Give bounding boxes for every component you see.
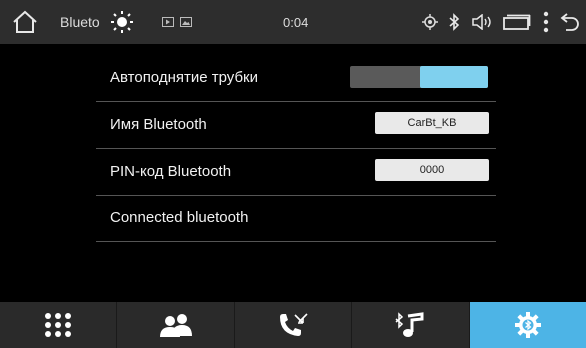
brightness-icon[interactable] [110,0,134,44]
status-title: Blueto [60,14,100,30]
auto-answer-toggle[interactable] [350,66,488,88]
connected-label: Connected bluetooth [110,208,249,226]
clock: 0:04 [283,14,309,30]
nav-bt-settings[interactable] [469,302,586,348]
bluetooth-music-icon [395,312,424,337]
volume-icon[interactable] [472,0,494,44]
bluetooth-settings-icon [514,312,541,338]
bluetooth-icon [448,0,462,44]
bt-name-row[interactable]: Имя Bluetooth CarBt_KB [0,101,586,149]
window-icon[interactable] [503,0,533,44]
bluetooth-settings-panel: Автоподнятие трубки Имя Bluetooth CarBt_… [0,44,586,302]
divider [96,241,496,242]
nav-call-log[interactable] [235,302,353,348]
nav-bt-music[interactable] [352,302,470,348]
auto-answer-row[interactable]: Автоподнятие трубки [0,54,586,102]
bt-name-field[interactable]: CarBt_KB [375,112,489,134]
toggle-knob[interactable] [420,66,488,88]
connected-row[interactable]: Connected bluetooth [0,194,586,242]
auto-answer-label: Автоподнятие трубки [110,68,258,86]
bottom-nav [0,302,586,348]
gps-icon [422,0,438,44]
photo-icon [180,17,192,27]
pin-row[interactable]: PIN-код Bluetooth 0000 [0,148,586,196]
contacts-icon [159,314,192,337]
home-icon[interactable] [12,0,40,44]
nav-keypad[interactable] [0,302,118,348]
back-icon[interactable] [560,0,582,44]
pin-label: PIN-код Bluetooth [110,162,232,180]
nav-contacts[interactable] [117,302,235,348]
keypad-icon [45,313,72,337]
call-log-icon [280,313,308,336]
status-bar: Blueto 0:04 [0,0,586,44]
more-icon[interactable] [543,0,551,44]
video-icon [162,17,174,27]
media-indicators [162,0,198,44]
pin-field[interactable]: 0000 [375,159,489,181]
bt-name-label: Имя Bluetooth [110,115,207,133]
